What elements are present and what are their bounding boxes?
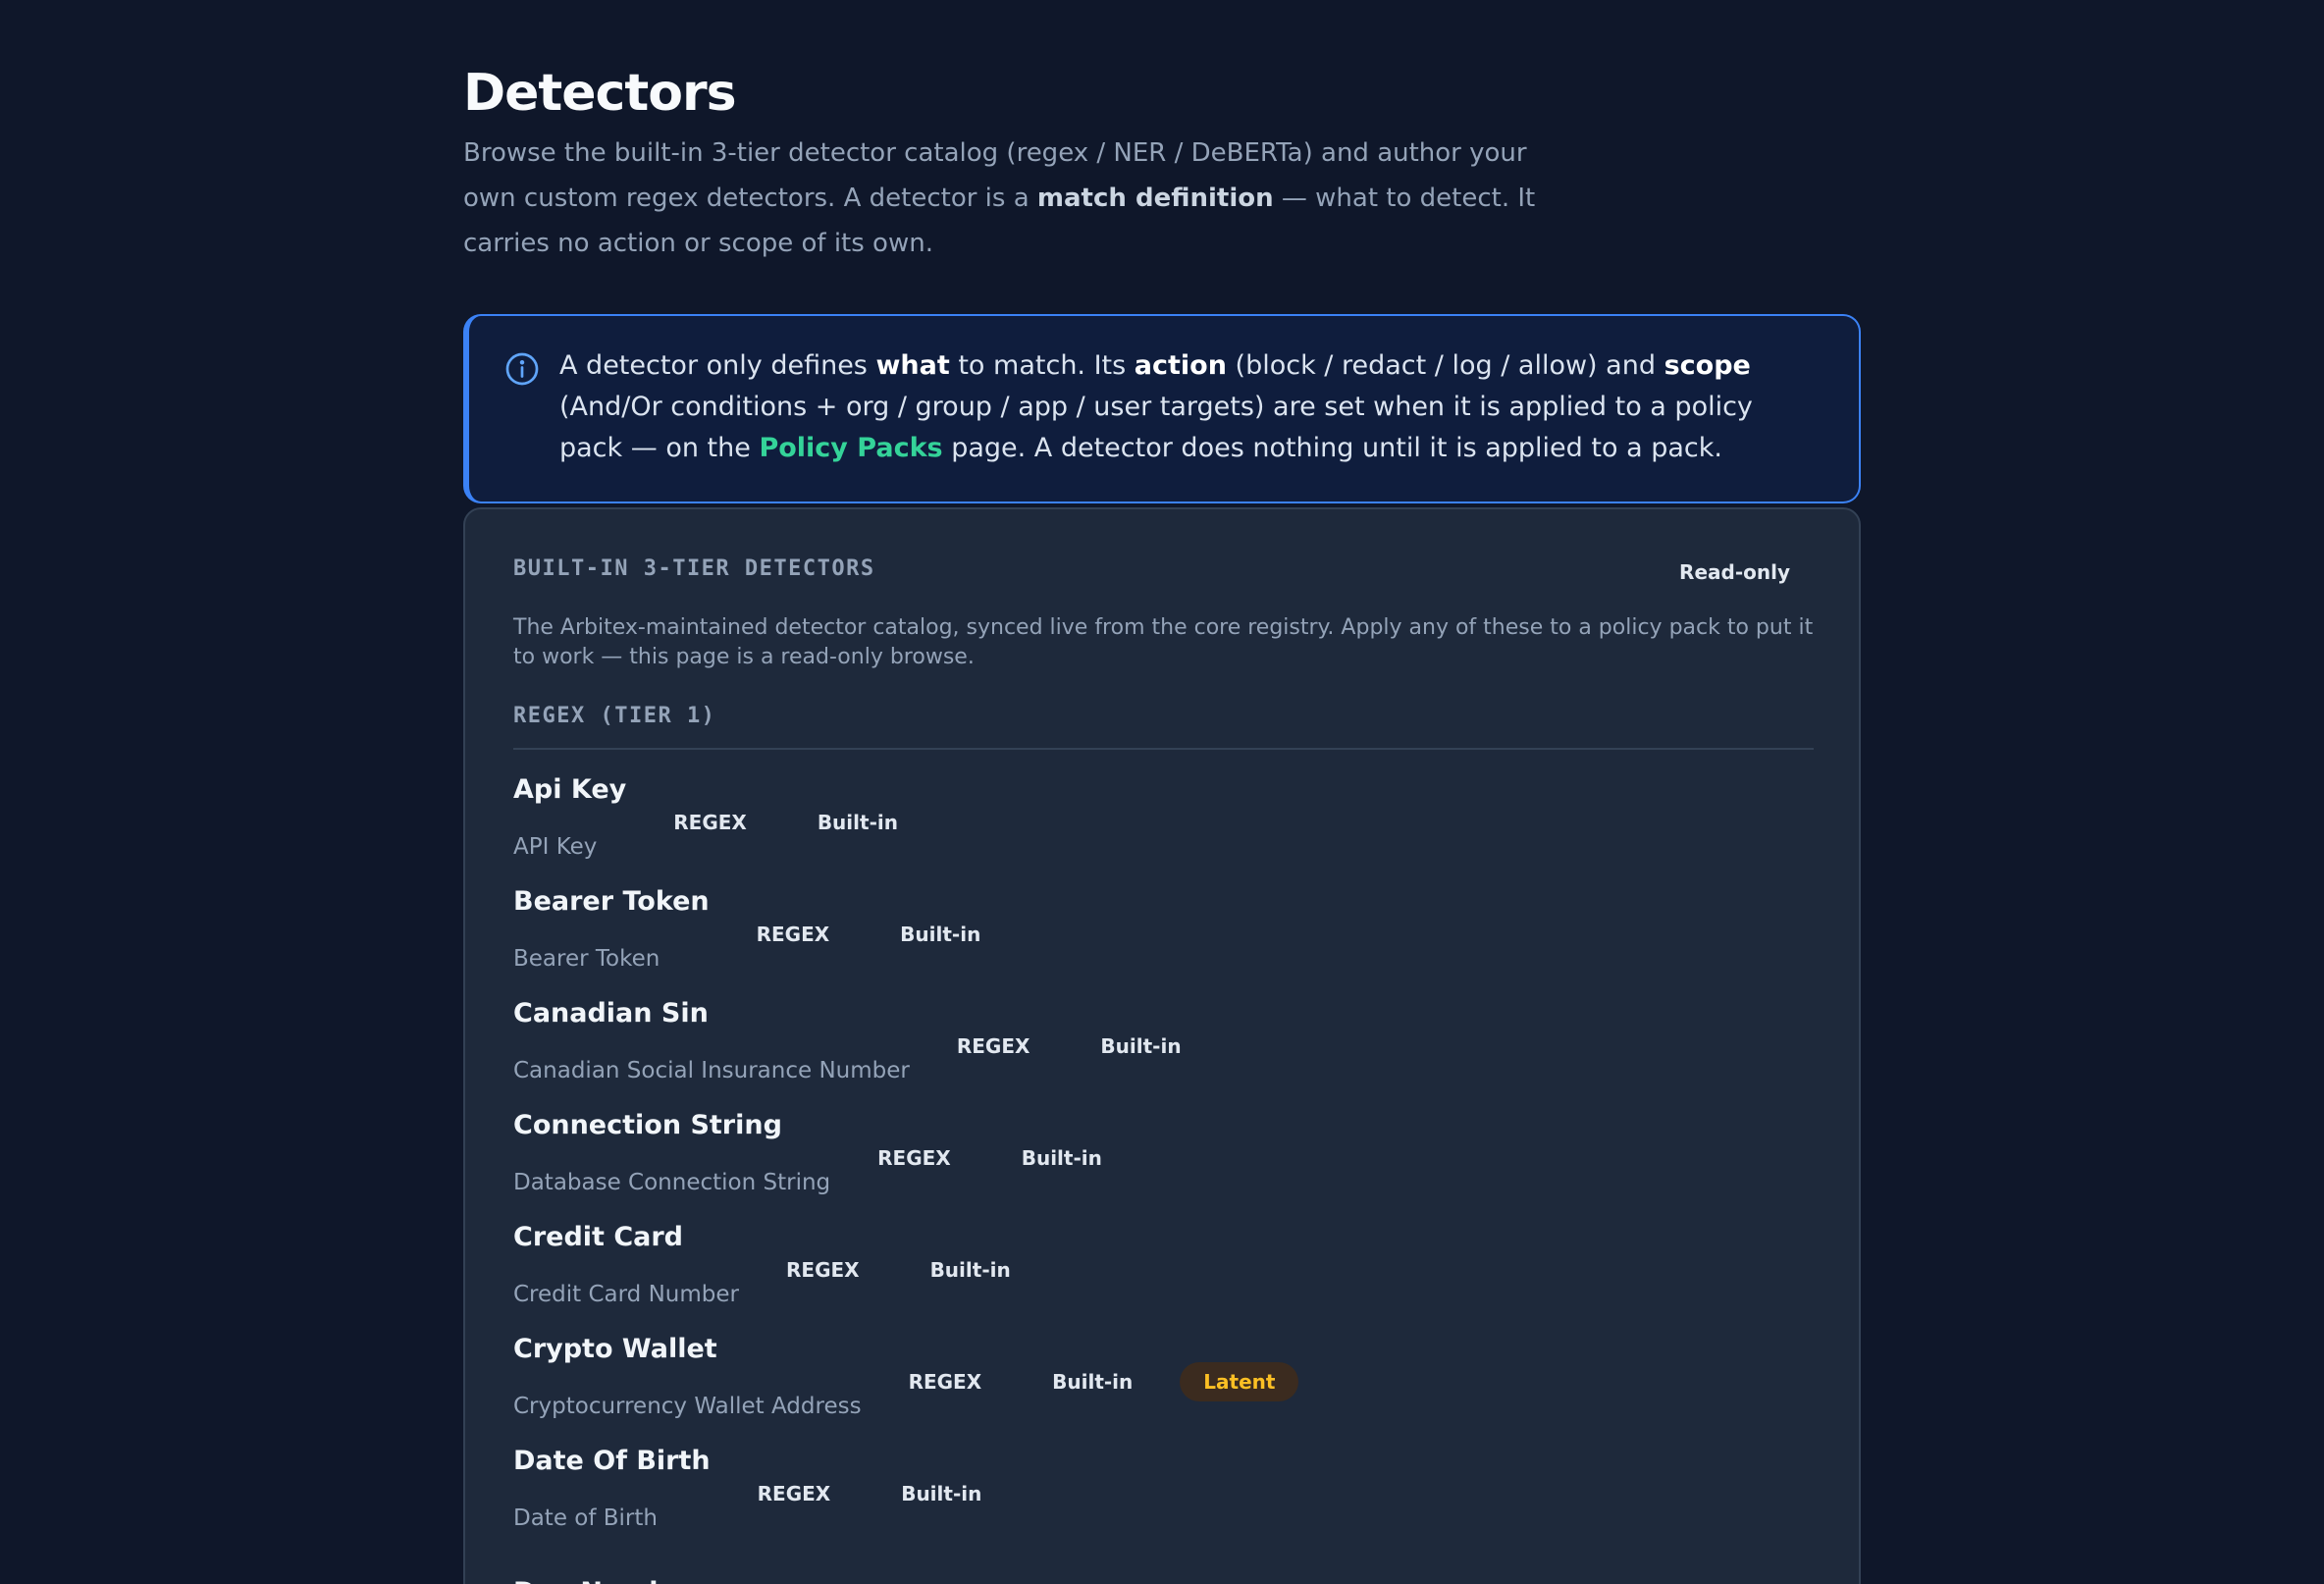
catalog-title: BUILT-IN 3-TIER DETECTORS <box>513 556 875 581</box>
detector-badges: REGEX Built-in <box>786 1250 1058 1290</box>
builtin-detectors-card: BUILT-IN 3-TIER DETECTORS Read-only The … <box>463 507 1861 1584</box>
detector-name: Credit Card <box>513 1222 684 1252</box>
info-bold-what: what <box>875 350 950 381</box>
readonly-badge: Read-only <box>1679 560 1790 584</box>
detector-name: Bearer Token <box>513 886 710 917</box>
page-title: Detectors <box>463 64 737 123</box>
detector-info: Api Key API Key <box>513 770 626 867</box>
catalog-description: The Arbitex-maintained detector catalog,… <box>513 615 1814 669</box>
origin-badge: Built-in <box>817 811 898 834</box>
detector-name: Date Of Birth <box>513 1446 711 1476</box>
detector-badges: REGEX Built-in <box>757 915 1029 954</box>
detector-badges: REGEX Built-in Latent <box>909 1362 1323 1401</box>
detector-info: Dea Number <box>513 1573 699 1584</box>
info-circle-icon <box>505 352 539 386</box>
origin-badge: Built-in <box>1100 1034 1182 1058</box>
detector-info: Canadian Sin Canadian Social Insurance N… <box>513 994 910 1090</box>
latent-status-badge: Latent <box>1180 1362 1299 1401</box>
detector-name: Canadian Sin <box>513 998 709 1029</box>
page-description-bold: match definition <box>1036 184 1274 213</box>
section-heading-regex: REGEX (TIER 1) <box>513 704 716 728</box>
detector-name: Connection String <box>513 1110 782 1140</box>
info-text-3: (block / redact / log / allow) and <box>1226 350 1664 381</box>
detector-info: Connection String Database Connection St… <box>513 1106 830 1202</box>
detector-row-credit-card[interactable]: Credit Card Credit Card Number REGEX Bui… <box>513 1217 1058 1315</box>
detector-row-dea-number[interactable]: Dea Number <box>513 1553 699 1584</box>
info-banner: A detector only defines what to match. I… <box>463 314 1861 503</box>
page-description: Browse the built-in 3-tier detector cata… <box>463 131 1562 266</box>
detector-row-bearer-token[interactable]: Bearer Token Bearer Token REGEX Built-in <box>513 881 1028 979</box>
type-badge: REGEX <box>956 1034 1030 1058</box>
detector-info: Crypto Wallet Cryptocurrency Wallet Addr… <box>513 1330 862 1426</box>
info-banner-text: A detector only defines what to match. I… <box>559 345 1790 469</box>
detector-badges: REGEX Built-in <box>673 803 945 842</box>
detector-row-api-key[interactable]: Api Key API Key REGEX Built-in <box>513 769 945 868</box>
detector-description: Canadian Social Insurance Number <box>513 1058 910 1083</box>
type-badge: REGEX <box>786 1258 860 1282</box>
detector-description: Date of Birth <box>513 1505 658 1531</box>
detector-name: Crypto Wallet <box>513 1334 717 1364</box>
origin-badge: Built-in <box>901 1482 982 1505</box>
type-badge: REGEX <box>877 1146 951 1170</box>
type-badge: REGEX <box>673 811 747 834</box>
origin-badge: Built-in <box>1021 1146 1102 1170</box>
type-badge: REGEX <box>757 1482 831 1505</box>
detector-info: Bearer Token Bearer Token <box>513 882 710 978</box>
origin-badge: Built-in <box>929 1258 1011 1282</box>
type-badge: REGEX <box>756 923 830 946</box>
detector-description: Database Connection String <box>513 1170 831 1195</box>
info-text-2: to match. Its <box>949 350 1135 381</box>
detector-row-connection-string[interactable]: Connection String Database Connection St… <box>513 1105 1149 1203</box>
detector-description: Cryptocurrency Wallet Address <box>513 1394 862 1419</box>
section-divider <box>513 748 1814 750</box>
info-text-1: A detector only defines <box>559 350 876 381</box>
policy-packs-link[interactable]: Policy Packs <box>759 433 942 463</box>
info-bold-action: action <box>1134 350 1227 381</box>
info-bold-scope: scope <box>1664 350 1751 381</box>
detector-description: Credit Card Number <box>513 1282 739 1307</box>
detector-name: Dea Number <box>513 1573 699 1584</box>
type-badge: REGEX <box>908 1370 982 1394</box>
detector-name: Api Key <box>513 774 627 805</box>
detector-row-date-of-birth[interactable]: Date Of Birth Date of Birth REGEX Built-… <box>513 1441 1029 1539</box>
detector-badges: REGEX Built-in <box>758 1474 1030 1513</box>
detector-row-canadian-sin[interactable]: Canadian Sin Canadian Social Insurance N… <box>513 993 1229 1091</box>
detector-badges: REGEX Built-in <box>957 1027 1229 1066</box>
detector-info: Date Of Birth Date of Birth <box>513 1442 711 1538</box>
detector-info: Credit Card Credit Card Number <box>513 1218 739 1314</box>
origin-badge: Built-in <box>900 923 981 946</box>
detector-row-crypto-wallet[interactable]: Crypto Wallet Cryptocurrency Wallet Addr… <box>513 1329 1322 1427</box>
info-text-5: page. A detector does nothing until it i… <box>942 433 1722 463</box>
detector-description: API Key <box>513 834 598 860</box>
detector-badges: REGEX Built-in <box>877 1138 1149 1178</box>
origin-badge: Built-in <box>1052 1370 1134 1394</box>
detector-description: Bearer Token <box>513 946 660 972</box>
